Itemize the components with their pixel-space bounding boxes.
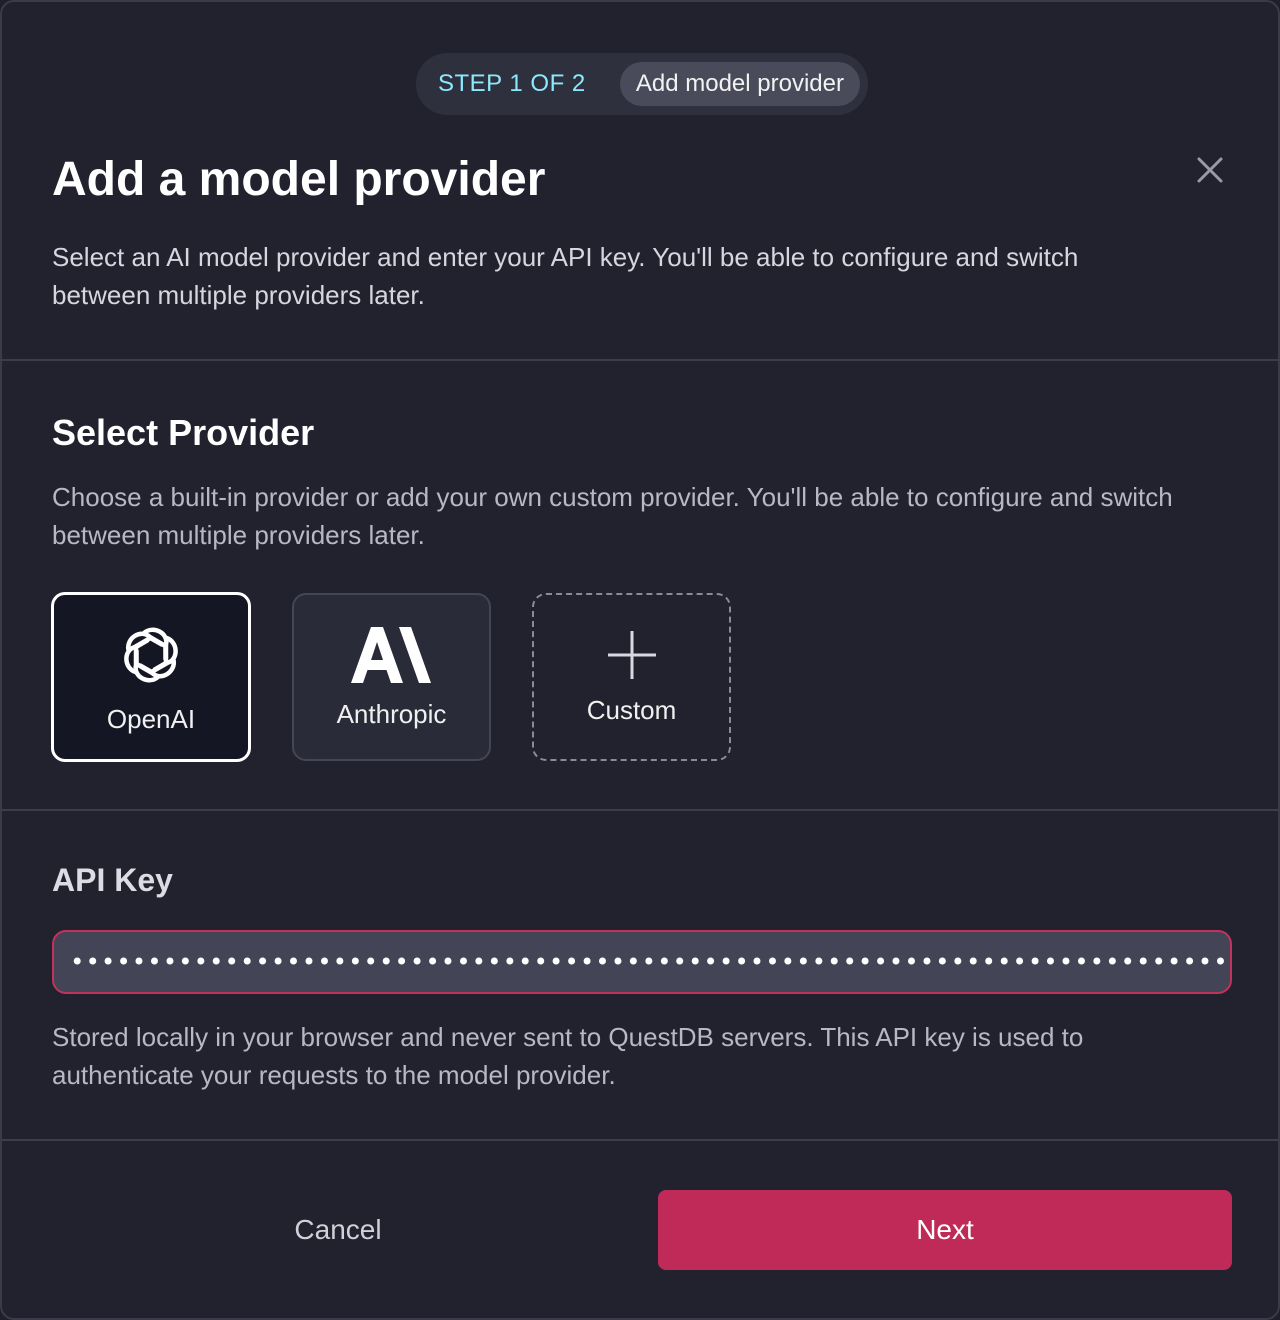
provider-option-custom[interactable]: Custom [532, 593, 731, 761]
api-key-label: API Key [52, 862, 173, 898]
select-provider-title: Select Provider [52, 412, 315, 453]
api-key-help-text: Stored locally in your browser and never… [52, 1022, 1084, 1090]
provider-label: Custom [586, 694, 677, 725]
close-button[interactable] [1190, 150, 1230, 190]
divider [2, 1139, 1278, 1141]
provider-label: Anthropic [336, 698, 447, 729]
provider-label: OpenAI [106, 703, 196, 734]
provider-option-anthropic[interactable]: Anthropic [292, 593, 491, 761]
provider-option-openai[interactable]: OpenAI [51, 592, 251, 762]
step-name-chip: Add model provider [619, 62, 860, 106]
dialog-subtitle: Select an AI model provider and enter yo… [52, 242, 1079, 310]
divider [2, 809, 1278, 811]
select-provider-description: Choose a built-in provider or add your o… [52, 482, 1173, 550]
anthropic-logo-icon [350, 626, 431, 683]
add-provider-dialog: STEP 1 OF 2 Add model provider Add a mod… [0, 0, 1280, 1320]
close-icon [1197, 157, 1223, 183]
next-button[interactable]: Next [658, 1190, 1232, 1270]
cancel-button[interactable]: Cancel [196, 1192, 480, 1268]
step-indicator: STEP 1 OF 2 Add model provider [416, 53, 868, 115]
step-count: STEP 1 OF 2 [438, 70, 586, 97]
plus-icon [607, 630, 656, 679]
openai-logo-icon [124, 627, 178, 682]
dialog-title: Add a model provider [52, 153, 546, 206]
api-key-input[interactable]: ••••••••••••••••••••••••••••••••••••••••… [52, 930, 1232, 994]
divider [2, 359, 1278, 361]
